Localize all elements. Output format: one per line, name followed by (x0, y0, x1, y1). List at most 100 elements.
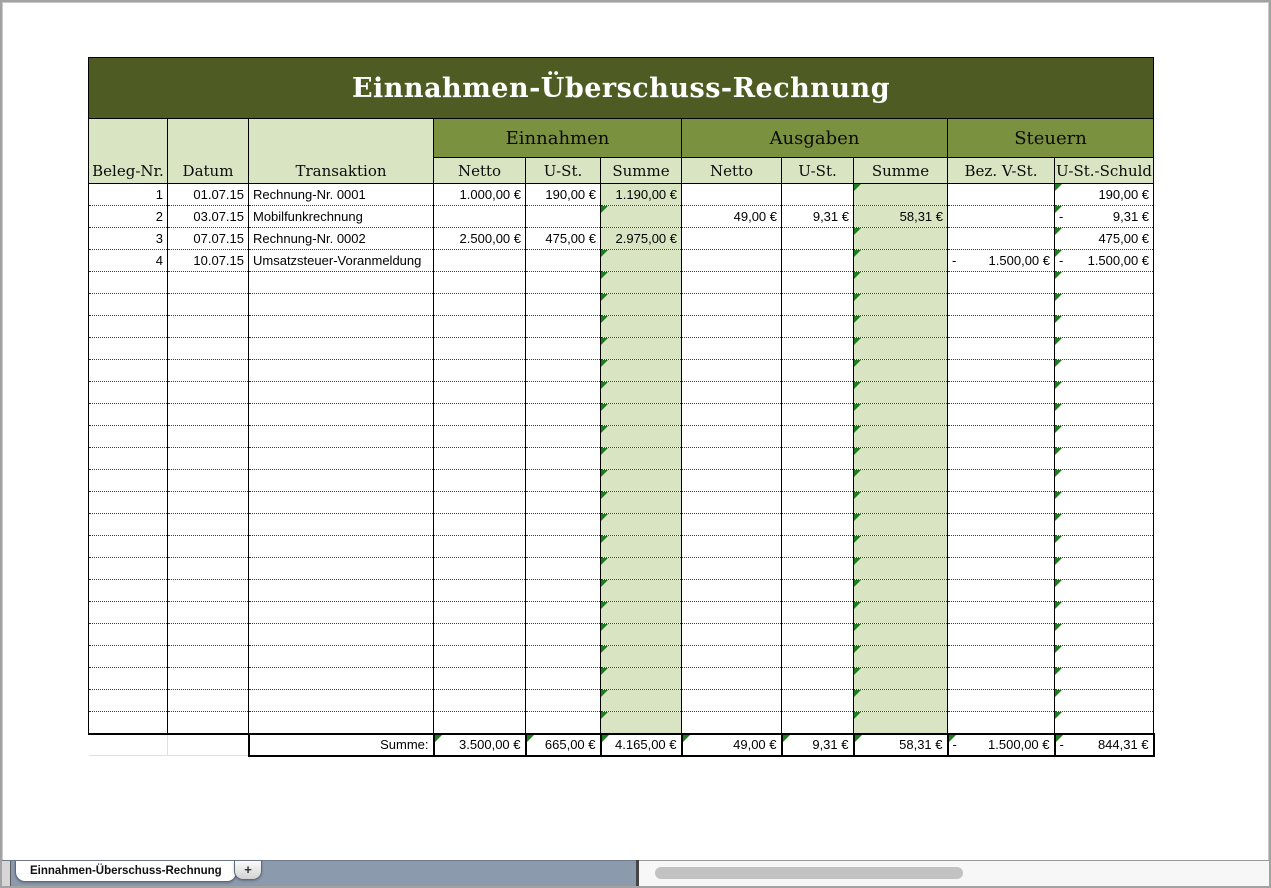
grid-cell[interactable] (782, 668, 854, 690)
grid-cell[interactable] (89, 602, 168, 624)
grid-cell[interactable] (782, 712, 854, 734)
grid-cell[interactable] (89, 646, 168, 668)
column-header-beleg-nr[interactable]: Beleg-Nr. (89, 119, 168, 184)
grid-cell[interactable] (89, 316, 168, 338)
grid-cell[interactable] (168, 668, 249, 690)
grid-cell[interactable] (601, 382, 682, 404)
grid-cell[interactable] (89, 448, 168, 470)
grid-cell[interactable] (948, 602, 1055, 624)
grid-cell[interactable] (854, 514, 948, 536)
horizontal-scrollbar-track[interactable] (639, 860, 1269, 886)
grid-cell[interactable] (948, 668, 1055, 690)
grid-cell[interactable] (1055, 470, 1154, 492)
grid-cell[interactable] (782, 426, 854, 448)
grid-cell[interactable] (948, 646, 1055, 668)
grid-cell[interactable] (948, 624, 1055, 646)
grid-cell[interactable]: 475,00 € (1055, 228, 1154, 250)
grid-cell[interactable] (434, 712, 526, 734)
grid-cell[interactable]: 2.500,00 € (434, 228, 526, 250)
grid-cell[interactable] (434, 668, 526, 690)
grid-cell[interactable] (682, 514, 782, 536)
column-header-ausgaben-ust[interactable]: U-St. (782, 158, 854, 184)
grid-cell[interactable] (89, 294, 168, 316)
grid-cell[interactable] (434, 492, 526, 514)
grid-cell[interactable] (526, 646, 601, 668)
grid-cell[interactable] (1055, 426, 1154, 448)
grid-cell[interactable] (682, 184, 782, 206)
grid-cell[interactable]: 475,00 € (526, 228, 601, 250)
grid-cell[interactable] (948, 712, 1055, 734)
grid-cell[interactable] (1055, 360, 1154, 382)
grid-cell[interactable] (89, 338, 168, 360)
grid-cell[interactable]: -9,31 € (1055, 206, 1154, 228)
grid-cell[interactable] (782, 228, 854, 250)
grid-cell[interactable] (434, 536, 526, 558)
grid-cell[interactable] (168, 404, 249, 426)
grid-cell[interactable] (782, 514, 854, 536)
grid-cell[interactable] (89, 404, 168, 426)
grid-cell[interactable] (168, 646, 249, 668)
grid-cell[interactable] (249, 404, 434, 426)
grid-cell[interactable] (89, 470, 168, 492)
grid-cell[interactable] (89, 492, 168, 514)
grid-cell[interactable] (854, 646, 948, 668)
grid-cell[interactable] (1055, 646, 1154, 668)
grid-cell[interactable] (1055, 624, 1154, 646)
grid-cell[interactable] (782, 250, 854, 272)
grid-cell[interactable] (682, 272, 782, 294)
group-header-ausgaben[interactable]: Ausgaben (682, 119, 948, 158)
grid-cell[interactable] (168, 426, 249, 448)
grid-cell[interactable] (782, 360, 854, 382)
column-header-einnahmen-netto[interactable]: Netto (434, 158, 526, 184)
grid-cell[interactable] (1055, 338, 1154, 360)
grid-cell[interactable] (434, 316, 526, 338)
grid-cell[interactable] (526, 690, 601, 712)
grid-cell[interactable] (249, 646, 434, 668)
grid-cell[interactable] (682, 470, 782, 492)
grid-cell[interactable] (249, 382, 434, 404)
grid-cell[interactable] (249, 272, 434, 294)
grid-cell[interactable] (601, 558, 682, 580)
grid-cell[interactable]: 2 (89, 206, 168, 228)
grid-cell[interactable] (948, 360, 1055, 382)
sheet-title-cell[interactable]: Einnahmen-Überschuss-Rechnung (89, 58, 1154, 119)
grid-cell[interactable]: 1.000,00 € (434, 184, 526, 206)
grid-cell[interactable] (854, 580, 948, 602)
grid-cell[interactable] (526, 668, 601, 690)
grid-cell[interactable] (854, 294, 948, 316)
group-header-einnahmen[interactable]: Einnahmen (434, 119, 682, 158)
column-header-einnahmen-summe[interactable]: Summe (601, 158, 682, 184)
totals-value-cell[interactable]: -844,31 € (1055, 734, 1154, 756)
grid-cell[interactable] (682, 602, 782, 624)
grid-cell[interactable] (948, 536, 1055, 558)
horizontal-scrollbar-thumb[interactable] (655, 867, 963, 879)
grid-cell[interactable] (89, 690, 168, 712)
grid-cell[interactable] (782, 294, 854, 316)
grid-cell[interactable] (682, 360, 782, 382)
grid-cell[interactable] (168, 602, 249, 624)
grid-cell[interactable] (601, 470, 682, 492)
grid-cell[interactable] (526, 536, 601, 558)
grid-cell[interactable] (249, 338, 434, 360)
grid-cell[interactable] (249, 536, 434, 558)
column-header-datum[interactable]: Datum (168, 119, 249, 184)
grid-cell[interactable] (948, 206, 1055, 228)
grid-cell[interactable] (1055, 382, 1154, 404)
grid-cell[interactable] (782, 536, 854, 558)
grid-cell[interactable] (682, 404, 782, 426)
grid-cell[interactable] (682, 316, 782, 338)
grid-cell[interactable] (249, 492, 434, 514)
grid-cell[interactable] (434, 558, 526, 580)
grid-cell[interactable] (601, 536, 682, 558)
grid-cell[interactable] (854, 492, 948, 514)
totals-value-cell[interactable]: 665,00 € (526, 734, 601, 756)
add-sheet-button[interactable]: + (234, 861, 262, 880)
grid-cell[interactable] (948, 316, 1055, 338)
grid-cell[interactable] (782, 316, 854, 338)
grid-cell[interactable] (782, 338, 854, 360)
grid-cell[interactable] (434, 624, 526, 646)
grid-cell[interactable]: 190,00 € (526, 184, 601, 206)
grid-cell[interactable] (526, 404, 601, 426)
grid-cell[interactable] (168, 316, 249, 338)
grid-cell[interactable] (89, 734, 168, 756)
